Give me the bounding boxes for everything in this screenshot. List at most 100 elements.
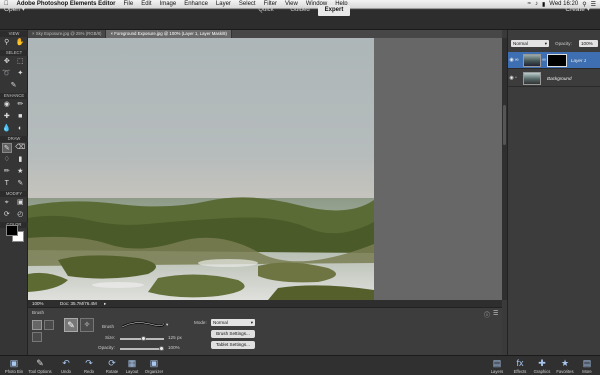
layer-name[interactable]: Layer 1 [571,58,586,63]
mode-expert[interactable]: Expert [318,5,350,16]
visibility-eye-icon[interactable]: ◉ [508,57,515,63]
brush-mode-airbrush-icon[interactable]: ✎ [64,318,78,332]
marquee-tool-icon[interactable]: ⬚ [15,57,25,67]
photo-bin-label: Photo Bin [4,369,24,374]
sponge-tool-icon[interactable]: ◐ [15,124,25,134]
undo-label: Undo [60,369,71,374]
blend-mode-select[interactable]: Normal ▾ [511,40,549,47]
tool-options-icon: ✎ [36,358,44,368]
layer-row-background[interactable]: ◉ ▫ Background [508,70,600,87]
layer-mask-thumbnail[interactable] [547,53,567,67]
help-icon[interactable]: ⓘ [484,310,490,319]
quick-selection-tool-icon[interactable]: ✎ [9,81,19,91]
status-bar: 100% Doc: 35.7M/76.4M ▸ [28,300,502,307]
hand-tool-icon[interactable]: ✋ [15,38,25,48]
blur-tool-icon[interactable]: 💧 [2,124,12,134]
lock-icon[interactable]: ▫ [515,75,521,81]
tab-sky-exposure[interactable]: × Sky Exposure.jpg @ 25% (RGB/8) [28,30,107,38]
whiten-teeth-tool-icon[interactable]: ✏ [15,100,25,110]
layer-row-layer-1[interactable]: ◉ ∞ ∞ Layer 1 [508,52,600,69]
paint-bucket-tool-icon[interactable]: ♢ [2,155,12,165]
custom-shape-tool-icon[interactable]: ★ [15,167,25,177]
color-replacement-brush-icon[interactable] [32,332,42,342]
menu-image[interactable]: Image [156,1,181,7]
scrollbar-thumb[interactable] [503,105,506,145]
organizer-label: Organizer [144,369,164,374]
more-button[interactable]: ▤ More [573,357,600,374]
more-icon: ▤ [582,358,592,368]
volume-icon[interactable]: ♪ [535,1,538,7]
chevron-right-icon[interactable]: ▸ [104,300,106,307]
magic-wand-tool-icon[interactable]: ✦ [15,69,25,79]
pencil-tool-icon[interactable]: ✎ [15,179,25,189]
mode-guided[interactable]: Guided [284,5,316,16]
spot-healing-tool-icon[interactable]: ✚ [2,112,12,122]
layout-label: Layout [125,369,139,374]
zoom-value[interactable]: 100% [32,300,44,307]
tool-options-button[interactable]: ✎ Tool Options [26,357,54,374]
chevron-down-icon: ▾ [21,6,25,13]
opacity-value[interactable]: 100% [168,345,180,350]
eraser-tool-icon[interactable]: ⌫ [15,143,25,153]
tool-options-bar: Brush ✎ ✧ Brush ▾ Size: 125 px Opacity: … [28,307,502,355]
blend-mode-value: Normal [513,41,528,46]
menu-layer[interactable]: Layer [212,1,235,7]
organizer-button[interactable]: ▣ Organizer [140,357,168,374]
mode-select[interactable]: Normal ▾ [211,319,255,326]
size-value[interactable]: 125 px [168,335,182,340]
section-enhance: ENHANCE [0,93,28,99]
opacity-slider-knob[interactable] [159,346,164,351]
crop-tool-icon[interactable]: ⌖ [2,198,12,208]
mode-quick[interactable]: Quick [250,5,282,16]
layer-opacity-field[interactable]: 100% [579,40,598,47]
visibility-eye-icon[interactable]: ◉ [508,75,515,81]
size-slider-knob[interactable] [141,336,147,341]
photo-bin-button[interactable]: ▣ Photo Bin [0,357,28,374]
document-size: Doc: 35.7M/76.4M [60,301,97,306]
close-icon[interactable]: × [32,31,35,36]
type-tool-icon[interactable]: T [2,179,12,189]
redo-label: Redo [83,369,94,374]
tab-foreground-exposure[interactable]: × Foreground Exposure.jpg @ 100% (Layer … [106,30,232,38]
battery-icon[interactable]: ▮ [542,1,545,8]
chevron-down-icon[interactable]: ▾ [166,322,168,328]
organizer-icon: ▣ [149,358,159,368]
size-slider[interactable] [120,336,164,341]
opacity-slider[interactable] [120,346,164,351]
menu-file[interactable]: File [120,1,138,7]
brush-tool-icon[interactable]: ✎ [1,143,12,153]
wifi-icon[interactable]: ≈ [528,1,531,7]
create-button[interactable]: Create ▾ [565,5,590,13]
tablet-settings-button[interactable]: Tablet Settings... [211,341,255,349]
options-menu-icon[interactable]: ☰ [493,310,498,317]
recompose-tool-icon[interactable]: ▣ [15,198,25,208]
foreground-color-swatch[interactable] [6,225,18,236]
close-icon[interactable]: × [110,31,113,36]
brush-preset-picker[interactable] [120,320,165,330]
open-button[interactable]: Open ▾ [4,5,25,13]
layer-name[interactable]: Background [547,76,572,81]
lasso-tool-icon[interactable]: ➰ [2,69,12,79]
zoom-tool-icon[interactable]: ⚲ [2,38,12,48]
menu-enhance[interactable]: Enhance [180,1,212,7]
document-image[interactable] [28,38,374,300]
graphics-label: Graphics [533,369,551,374]
impressionist-brush-icon[interactable] [44,320,54,330]
straighten-tool-icon[interactable]: ◴ [15,210,25,220]
gradient-tool-icon[interactable]: ▮ [15,155,25,165]
clone-stamp-tool-icon[interactable]: ■ [15,112,25,122]
brush-settings-button[interactable]: Brush Settings... [211,330,255,338]
brush-variant-icon[interactable] [32,320,42,330]
move-tool-icon[interactable]: ✥ [2,57,12,67]
bottom-task-bar: ▣ Photo Bin ✎ Tool Options ↶ Undo ↷ Redo ⟳ Ro… [0,355,600,375]
menu-edit[interactable]: Edit [137,1,155,7]
eyedropper-tool-icon[interactable]: ✏ [2,167,12,177]
red-eye-tool-icon[interactable]: ◉ [2,100,12,110]
mode-label: Mode: [194,320,207,325]
list-icon[interactable]: ☰ [591,1,596,8]
app-name[interactable]: Adobe Photoshop Elements Editor [13,1,120,7]
brush-mode-icon[interactable]: ✧ [80,318,94,332]
link-icon[interactable]: ∞ [515,57,521,63]
content-aware-move-tool-icon[interactable]: ⟳ [2,210,12,220]
create-label: Create [565,6,585,13]
